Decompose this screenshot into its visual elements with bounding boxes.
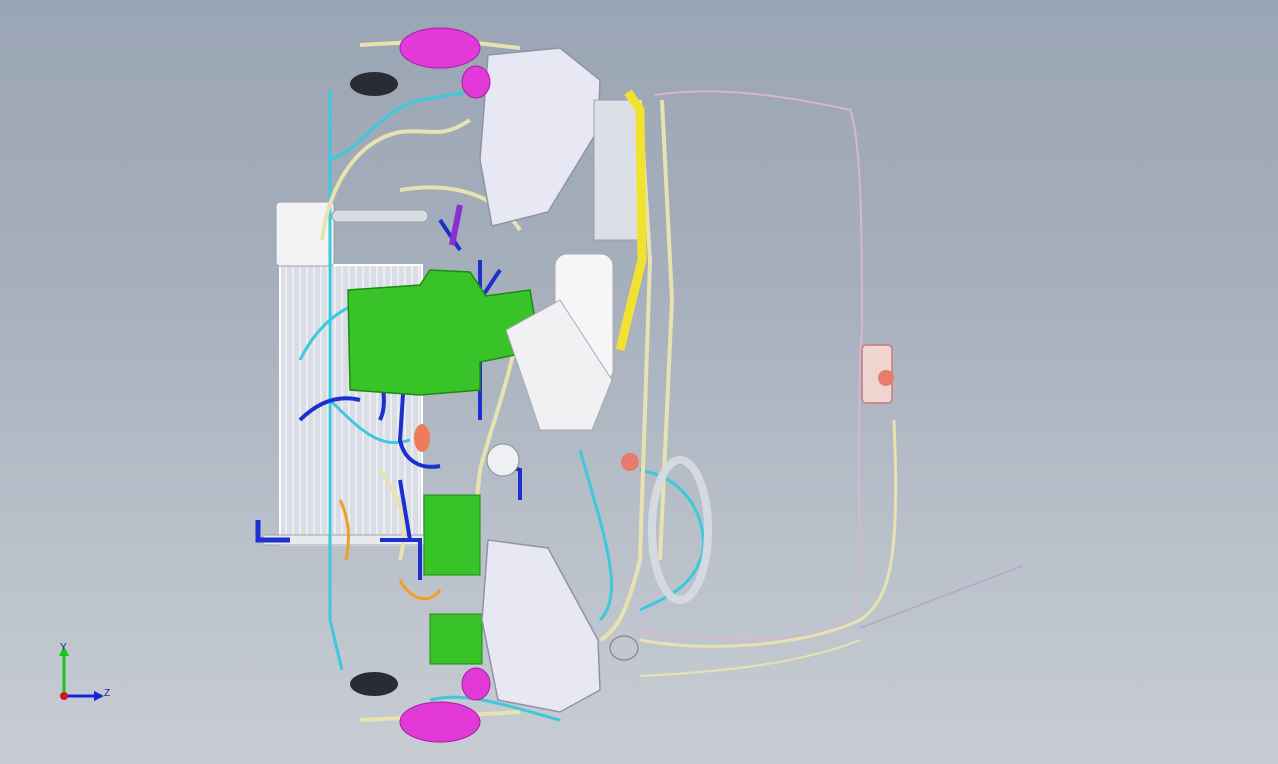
headlamp-upper xyxy=(479,47,601,227)
grey-bracket-right xyxy=(593,99,639,241)
fuse-box-connector xyxy=(878,370,894,386)
lower-cream-wire xyxy=(639,419,898,648)
coordinate-triad: Y Z xyxy=(44,640,124,720)
cad-viewport[interactable]: Y Z xyxy=(0,0,1278,764)
cad-model-canvas[interactable] xyxy=(0,0,1278,764)
orange-sensor xyxy=(414,424,430,452)
long-wire-loop xyxy=(639,90,864,642)
headlamp-lower xyxy=(481,539,601,713)
upper-left-housing xyxy=(275,201,335,267)
brake-booster xyxy=(609,635,639,661)
triad-arrows xyxy=(59,646,104,701)
triad-y-label: Y xyxy=(60,642,67,653)
upper-left-pipe xyxy=(331,209,429,223)
red-connector xyxy=(621,453,639,471)
diagonal-wire xyxy=(859,565,1023,629)
purple-hose xyxy=(449,204,463,246)
horn-lower xyxy=(350,672,398,696)
round-fitting xyxy=(486,443,520,477)
horn-upper xyxy=(350,72,398,96)
triad-z-label: Z xyxy=(104,688,111,699)
